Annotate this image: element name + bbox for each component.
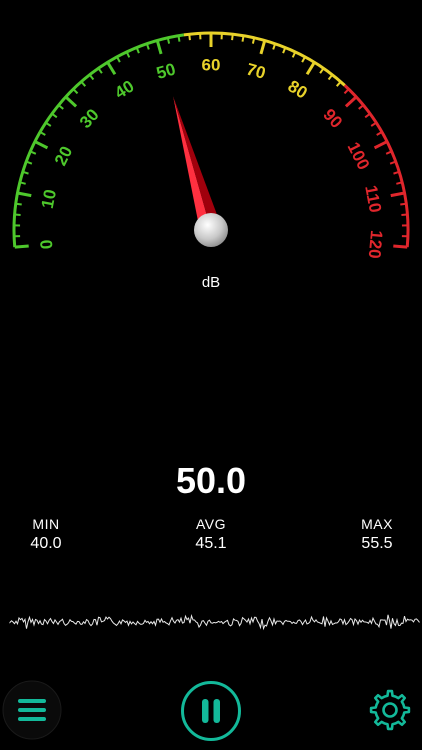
gauge-major-tick (393, 244, 408, 249)
gauge-minor-tick (319, 67, 325, 74)
gauge-minor-tick (125, 51, 131, 58)
gauge-minor-tick (343, 88, 350, 95)
gauge-minor-tick (188, 34, 191, 41)
gauge-major-tick (373, 140, 388, 150)
gauge-minor-tick (97, 67, 103, 74)
gauge-major-tick (390, 191, 405, 198)
waveform-line (9, 613, 420, 631)
menu-button[interactable] (2, 680, 62, 740)
gauge-scale-label: 0 (37, 239, 57, 250)
gauge-major-tick (34, 140, 49, 150)
gauge-minor-tick (241, 35, 245, 42)
gauge-scale-label: 20 (51, 143, 76, 168)
gauge-scale-label: 110 (361, 184, 385, 215)
gauge-minor-tick (282, 47, 287, 54)
gauge-major-tick (344, 95, 358, 108)
min-label: MIN (32, 516, 60, 532)
max-value: 55.5 (361, 535, 393, 552)
gauge-scale-label: 40 (111, 77, 137, 103)
gauge-minor-tick (396, 181, 403, 185)
gauge-minor-tick (291, 51, 297, 58)
stat-min: MIN 40.0 (1, 516, 91, 553)
gauge-scale-label: 120 (365, 229, 386, 259)
unit-label: dB (201, 274, 221, 291)
gauge-major-tick (259, 40, 267, 55)
gauge-minor-tick (251, 37, 256, 44)
gauge-minor-tick (29, 150, 37, 155)
gauge-minor-tick (231, 34, 234, 41)
gauge-scale-label: 30 (76, 105, 103, 132)
gauge-minor-tick (116, 56, 121, 63)
sound-level-gauge: 01020304050 60 708090100110120 (12, 31, 410, 259)
hamburger-menu-icon (2, 680, 62, 740)
avg-value: 45.1 (195, 535, 227, 552)
gauge-minor-tick (385, 150, 393, 155)
gauge-needle-highlight (173, 96, 211, 234)
gauge-minor-tick (72, 88, 79, 95)
max-label: MAX (361, 516, 393, 532)
gauge-scale-label: 90 (319, 105, 346, 132)
gauge-minor-tick (177, 35, 181, 42)
gauge-minor-tick (135, 47, 140, 54)
gauge-scale-label: 70 (244, 60, 267, 83)
gauge-scale-label: 60 (202, 56, 221, 75)
gauge-scale-label: 80 (285, 77, 311, 103)
gauge-major-tick (305, 61, 316, 76)
stat-avg: AVG 45.1 (166, 516, 256, 553)
gauge-minor-tick (327, 74, 334, 81)
avg-label: AVG (195, 516, 227, 532)
gauge-minor-tick (57, 104, 64, 110)
gauge-minor-tick (301, 56, 306, 63)
stat-max: MAX 55.5 (332, 516, 422, 553)
gauge-minor-tick (39, 131, 46, 136)
gauge-minor-tick (166, 37, 171, 44)
settings-button[interactable] (366, 686, 414, 734)
gauge-minor-tick (376, 131, 383, 136)
gauge-scale-label: 100 (344, 139, 374, 173)
gauge-major-tick (155, 40, 163, 55)
gauge-major-tick (106, 61, 117, 76)
pause-button[interactable] (180, 680, 242, 742)
gauge-minor-tick (80, 81, 87, 87)
gauge-minor-tick (335, 81, 342, 87)
gauge-minor-tick (370, 121, 377, 127)
gauge-minor-tick (88, 74, 95, 81)
gauge-minor-tick (358, 104, 365, 110)
gauge-major-tick (64, 95, 78, 108)
gauge-scale-label: 50 (154, 60, 177, 83)
min-value: 40.0 (30, 535, 62, 552)
current-reading: 50.0 (175, 460, 247, 501)
gauge-major-tick (14, 244, 29, 249)
waveform-graph (9, 613, 420, 631)
gauge-minor-tick (51, 112, 58, 119)
gauge-major-tick (17, 191, 32, 198)
gauge-minor-tick (400, 202, 407, 206)
gauge-minor-tick (45, 121, 52, 127)
gauge-minor-tick (15, 202, 22, 206)
gauge-scale-label: 10 (38, 188, 60, 210)
pause-icon (181, 681, 241, 741)
gauge-minor-tick (19, 181, 26, 185)
gear-icon (369, 689, 411, 731)
gauge-needle-hub (194, 213, 228, 247)
gauge-minor-tick (364, 112, 371, 119)
